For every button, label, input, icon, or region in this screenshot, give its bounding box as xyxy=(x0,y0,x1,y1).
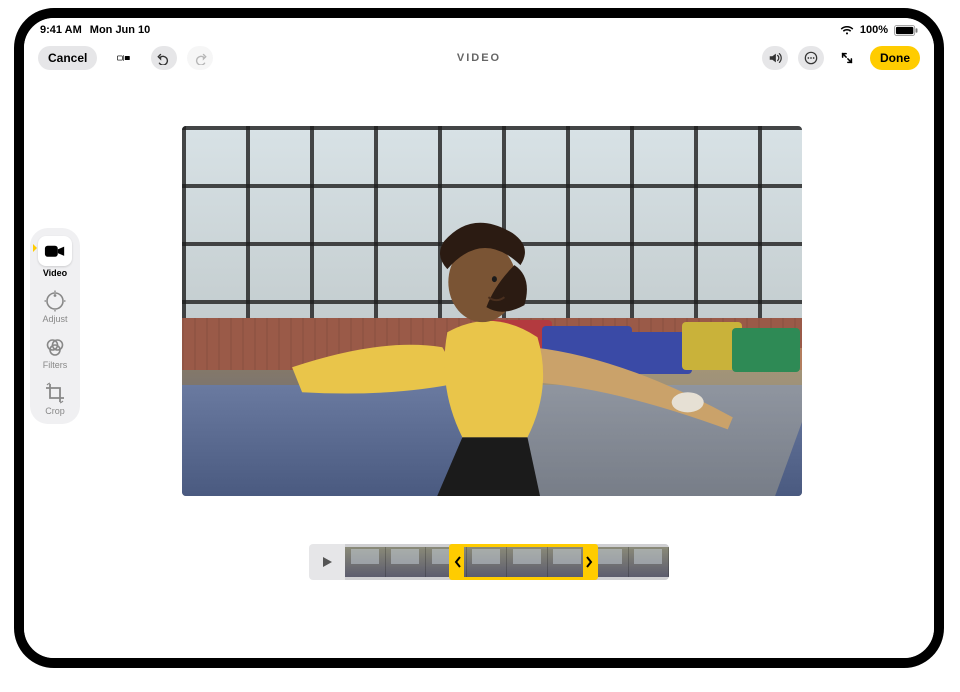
timeline-thumbnail[interactable] xyxy=(345,547,386,577)
play-icon xyxy=(320,555,334,569)
video-timeline xyxy=(309,543,669,581)
tool-crop[interactable]: Crop xyxy=(34,382,76,416)
tool-label: Adjust xyxy=(42,314,67,324)
done-button[interactable]: Done xyxy=(870,46,920,70)
volume-button[interactable] xyxy=(762,46,788,70)
video-preview[interactable] xyxy=(182,126,802,496)
timeline-thumbnail[interactable] xyxy=(467,547,508,577)
timeline-thumbnail[interactable] xyxy=(629,547,670,577)
crop-rotate-icon xyxy=(44,382,66,404)
timeline-thumbnail[interactable] xyxy=(507,547,548,577)
editor-toolbar: Cancel VIDEO Done xyxy=(24,42,934,74)
timeline-thumbnail[interactable] xyxy=(386,547,427,577)
more-options-button[interactable] xyxy=(798,46,824,70)
adjust-dial-icon xyxy=(44,290,66,312)
battery-pct: 100% xyxy=(860,24,888,36)
person-illustration xyxy=(232,207,753,496)
screen: 9:41 AM Mon Jun 10 100% Cancel VIDEO xyxy=(24,18,934,658)
tool-filters[interactable]: Filters xyxy=(34,336,76,370)
timeline-track[interactable] xyxy=(345,544,669,580)
tool-video[interactable]: Video xyxy=(34,236,76,278)
ipad-device-frame: 9:41 AM Mon Jun 10 100% Cancel VIDEO xyxy=(14,8,944,668)
status-date: Mon Jun 10 xyxy=(90,24,151,36)
filters-venn-icon xyxy=(44,336,66,358)
wifi-icon xyxy=(840,25,854,36)
tool-adjust[interactable]: Adjust xyxy=(34,290,76,324)
play-pause-button[interactable] xyxy=(309,544,345,580)
trim-end-handle[interactable] xyxy=(583,547,595,577)
trim-start-handle[interactable] xyxy=(452,547,464,577)
tool-label: Crop xyxy=(45,406,65,416)
redo-button[interactable] xyxy=(187,46,213,70)
undo-button[interactable] xyxy=(151,46,177,70)
edit-tools-sidebar: Video Adjust Filters Crop xyxy=(30,228,80,424)
tool-label: Filters xyxy=(43,360,68,370)
caret-active-icon xyxy=(33,244,37,252)
video-camera-icon xyxy=(44,240,66,262)
tool-label: Video xyxy=(43,268,67,278)
cancel-button[interactable]: Cancel xyxy=(38,46,97,70)
status-time: 9:41 AM xyxy=(40,24,82,36)
battery-icon xyxy=(894,25,918,36)
aspect-toggle-button[interactable] xyxy=(107,46,141,70)
status-bar: 9:41 AM Mon Jun 10 100% xyxy=(24,18,934,40)
fullscreen-button[interactable] xyxy=(834,46,860,70)
